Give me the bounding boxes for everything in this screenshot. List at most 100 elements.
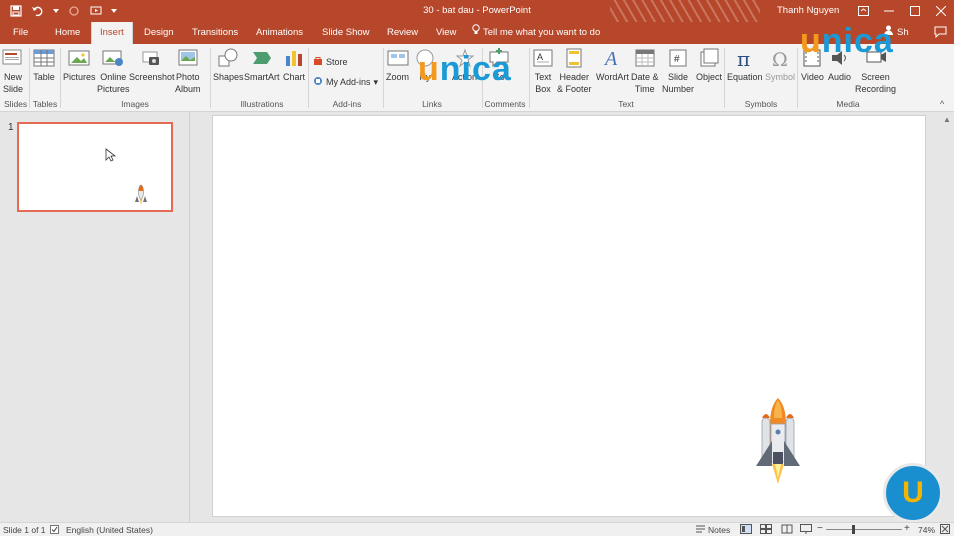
tab-review[interactable]: Review [379, 22, 426, 44]
smartart-label: SmartArt [244, 72, 280, 82]
slide-number-label: Slide Number [662, 72, 695, 94]
pictures-button[interactable]: Pictures [63, 47, 96, 83]
zoom-slider[interactable] [826, 529, 902, 530]
slide-editor: ▲ [191, 112, 954, 522]
object-button[interactable]: Object [696, 47, 722, 83]
notes-icon [696, 525, 705, 535]
title-bar: 30 - bat dau - PowerPoint Thanh Nguyen [0, 0, 954, 22]
user-name[interactable]: Thanh Nguyen [777, 5, 839, 16]
date-time-label: Date & Time [631, 72, 659, 94]
store-button[interactable]: Store [313, 56, 348, 68]
header-footer-button[interactable]: Header & Footer [557, 47, 592, 95]
smartart-button[interactable]: SmartArt [244, 47, 280, 83]
divider [308, 48, 309, 108]
zoom-button[interactable]: Zoom [386, 47, 409, 83]
camera-icon [141, 47, 163, 69]
group-slides-label: Slides [4, 99, 28, 109]
group-links-label: Links [422, 99, 442, 109]
photo-album-icon [177, 47, 199, 69]
minimize-icon[interactable] [876, 0, 902, 22]
reading-view-icon[interactable] [781, 524, 793, 536]
equation-button[interactable]: π Equation [727, 47, 763, 83]
group-addins-label: Add-ins [332, 99, 362, 109]
shapes-label: Shapes [213, 72, 244, 82]
slide-number-button[interactable]: # Slide Number [662, 47, 694, 95]
table-button[interactable]: Table [33, 47, 55, 83]
tab-home[interactable]: Home [47, 22, 88, 44]
window-controls [850, 0, 954, 22]
zoom-label: Zoom [386, 72, 410, 82]
divider [29, 48, 30, 108]
text-box-label: Text Box [534, 72, 552, 94]
wordart-icon: A [601, 47, 623, 69]
rocket-image[interactable] [753, 396, 803, 490]
online-pictures-label: Online Pictures [97, 72, 130, 94]
date-time-button[interactable]: Date & Time [631, 47, 659, 95]
photo-album-label: Photo Album [175, 72, 201, 94]
notes-button[interactable]: Notes [696, 525, 730, 535]
screenshot-button[interactable]: Screenshot [129, 47, 175, 83]
unica-rest: nica [439, 50, 512, 88]
svg-text:#: # [674, 54, 680, 65]
screen-recording-label: Screen Recording [855, 72, 897, 94]
svg-text:A: A [603, 48, 618, 68]
zoom-out-icon[interactable]: − [817, 523, 823, 534]
vertical-scrollbar[interactable]: ▲ [940, 112, 954, 522]
symbol-label: Symbol [765, 72, 796, 82]
zoom-slider-thumb[interactable] [852, 525, 855, 534]
my-addins-button[interactable]: My Add-ins ▾ [313, 76, 378, 88]
collapse-ribbon-icon[interactable]: ^ [940, 99, 944, 109]
slideshow-view-icon[interactable] [800, 524, 812, 536]
fit-slide-icon[interactable] [940, 524, 950, 536]
chevron-down-icon: ▾ [373, 76, 379, 87]
shapes-button[interactable]: Shapes [213, 47, 244, 83]
slide-thumb-number: 1 [8, 122, 14, 133]
shapes-icon [217, 47, 239, 69]
slide-sorter-icon[interactable] [760, 524, 772, 536]
online-pictures-icon [102, 47, 124, 69]
header-footer-icon [563, 47, 585, 69]
scroll-up-icon[interactable]: ▲ [943, 115, 951, 124]
photo-album-button[interactable]: Photo Album [175, 47, 201, 95]
normal-view-icon[interactable] [740, 524, 752, 536]
tell-me-text: Tell me what you want to do [483, 27, 601, 38]
chart-button[interactable]: Chart [283, 47, 305, 83]
calendar-icon [634, 47, 656, 69]
zoom-in-icon[interactable]: + [904, 523, 910, 534]
slide-count: Slide 1 of 1 [3, 525, 46, 535]
slide-number-icon: # [667, 47, 689, 69]
spelling-icon[interactable] [50, 525, 59, 536]
comments-icon[interactable] [934, 26, 948, 40]
addins-icon [313, 76, 323, 88]
maximize-icon[interactable] [902, 0, 928, 22]
language[interactable]: English (United States) [66, 525, 153, 535]
zoom-level[interactable]: 74% [918, 525, 935, 535]
ribbon-display-options-icon[interactable] [850, 0, 876, 22]
chart-label: Chart [283, 72, 306, 82]
new-slide-button[interactable]: New Slide [2, 47, 24, 95]
svg-text:π: π [737, 48, 750, 68]
group-illustrations-label: Illustrations [240, 99, 284, 109]
close-icon[interactable] [928, 0, 954, 22]
tab-design[interactable]: Design [136, 22, 182, 44]
tab-insert[interactable]: Insert [91, 22, 133, 44]
slide-canvas[interactable] [212, 115, 926, 517]
text-box-button[interactable]: A Text Box [532, 47, 554, 95]
symbol-button[interactable]: Ω Symbol [765, 47, 795, 83]
tab-view[interactable]: View [428, 22, 464, 44]
wordart-button[interactable]: A WordArt [596, 47, 629, 83]
notes-label: Notes [708, 525, 731, 535]
tab-animations[interactable]: Animations [248, 22, 311, 44]
tell-me-search[interactable]: Tell me what you want to do [472, 22, 600, 44]
group-symbols-label: Symbols [744, 99, 778, 109]
tab-slide-show[interactable]: Slide Show [314, 22, 378, 44]
divider [529, 48, 530, 108]
pictures-icon [68, 47, 90, 69]
store-label: Store [326, 57, 348, 67]
pi-icon: π [734, 47, 756, 69]
unica-rest: nica [821, 22, 894, 60]
tab-transitions[interactable]: Transitions [184, 22, 246, 44]
online-pictures-button[interactable]: Online Pictures [97, 47, 130, 95]
slide-thumbnail[interactable] [17, 122, 173, 212]
tab-file[interactable]: File [5, 22, 36, 44]
